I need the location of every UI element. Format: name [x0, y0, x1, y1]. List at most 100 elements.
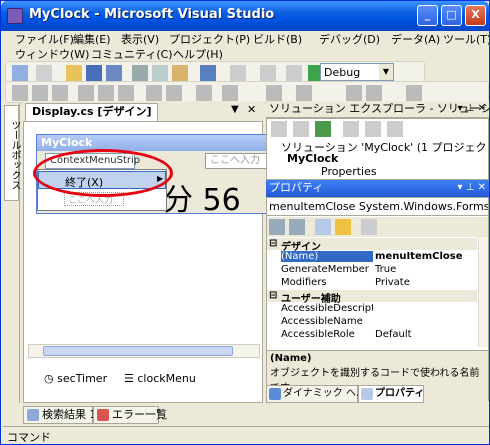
toolbox-tab[interactable]: ツールボックス	[4, 105, 20, 201]
property-value[interactable]: Private	[375, 277, 410, 288]
show-all-files-icon[interactable]	[293, 121, 309, 137]
property-row[interactable]: AccessibleName	[267, 316, 477, 328]
toolbox-label: ツールボックス	[9, 120, 20, 190]
property-pages-icon[interactable]	[361, 219, 377, 235]
menu-file[interactable]: ファイル(F)	[15, 31, 74, 47]
find-results-icon	[27, 409, 39, 421]
bring-to-front-icon[interactable]	[346, 85, 362, 101]
properties-tab-icon	[361, 388, 373, 400]
property-row[interactable]: AccessibleRole Default	[267, 329, 477, 341]
view-designer-icon[interactable]	[365, 121, 381, 137]
redo-icon[interactable]	[230, 65, 246, 81]
collapse-icon[interactable]: ⊟	[269, 238, 277, 249]
open-folder-icon[interactable]	[66, 65, 82, 81]
solution-explorer-header[interactable]: ソリューション エクスプローラ - ソリューション '... ▾ ⊥ ✕	[266, 101, 489, 118]
property-value[interactable]: True	[375, 264, 396, 275]
minimize-button[interactable]: _	[417, 5, 438, 26]
make-same-width-icon[interactable]	[146, 85, 162, 101]
navigate-backward-icon[interactable]	[260, 65, 276, 81]
component-sectimer[interactable]: ◷ secTimer	[44, 372, 107, 385]
send-to-back-icon[interactable]	[366, 85, 382, 101]
align-tops-icon[interactable]	[78, 85, 94, 101]
command-window-bar[interactable]: コマンド	[3, 426, 489, 444]
save-all-icon[interactable]	[106, 65, 122, 81]
center-horizontally-icon[interactable]	[266, 85, 282, 101]
events-icon[interactable]	[335, 219, 351, 235]
vertical-spacing-icon[interactable]	[222, 85, 238, 101]
maximize-button[interactable]: □	[441, 5, 462, 26]
menu-data[interactable]: データ(A)	[391, 31, 440, 47]
close-document-icon[interactable]: ✕	[247, 103, 256, 116]
make-same-height-icon[interactable]	[166, 85, 182, 101]
property-row[interactable]: (Name) menuItemClose	[267, 251, 477, 263]
properties-pane-controls[interactable]: ▾ ⊥ ✕	[458, 180, 486, 196]
category-row[interactable]: ⊟ ユーザー補助	[267, 290, 477, 305]
menu-edit[interactable]: 編集(E)	[73, 31, 111, 47]
navigate-forward-icon[interactable]	[286, 65, 302, 81]
solution-configuration-combo[interactable]: Debug ▼	[320, 63, 394, 81]
menu-tools[interactable]: ツール(T)	[443, 31, 489, 47]
property-value[interactable]: menuItemClose	[375, 251, 463, 262]
tab-properties[interactable]: プロパティ	[358, 385, 424, 403]
tree-project[interactable]: MyClock	[287, 152, 338, 165]
window-position-dropdown-icon[interactable]: ▼	[231, 104, 239, 115]
menu-help[interactable]: ヘルプ(H)	[173, 46, 223, 62]
property-row[interactable]: AccessibleDescriptio	[267, 303, 477, 315]
pane-controls[interactable]: ▾ ⊥ ✕	[458, 101, 486, 117]
type-here-box[interactable]: ここへ入力	[205, 153, 275, 169]
horizontal-scrollbar[interactable]	[28, 344, 260, 358]
collapse-icon[interactable]: ⊟	[269, 290, 277, 301]
tab-error-list[interactable]: エラー一覧	[93, 406, 167, 424]
property-row[interactable]: GenerateMember True	[267, 264, 477, 276]
horizontal-spacing-icon[interactable]	[196, 85, 212, 101]
menu-project[interactable]: プロジェクト(P)	[169, 31, 250, 47]
new-project-icon[interactable]	[12, 65, 28, 81]
document-tab[interactable]: Display.cs [デザイン]	[25, 103, 159, 121]
save-icon[interactable]	[86, 65, 102, 81]
view-code-icon[interactable]	[343, 121, 359, 137]
class-diagram-icon[interactable]	[387, 121, 403, 137]
tab-find-results[interactable]: 検索結果 1	[23, 406, 97, 424]
undo-icon[interactable]	[200, 65, 216, 81]
add-item-icon[interactable]	[36, 65, 52, 81]
property-grid-scrollbar[interactable]	[478, 237, 488, 347]
clock-label[interactable]: 分 56	[163, 175, 241, 219]
component-clockmenu[interactable]: ☰ clockMenu	[124, 372, 196, 385]
menu-community[interactable]: コミュニティ(C)	[91, 46, 173, 62]
property-value[interactable]: Default	[375, 329, 412, 340]
title-bar[interactable]: MyClock - Microsoft Visual Studio _ □ X	[1, 1, 489, 31]
align-bottoms-icon[interactable]	[118, 85, 134, 101]
lock-controls-icon[interactable]	[406, 85, 422, 101]
error-list-label: エラー一覧	[112, 408, 167, 421]
copy-icon[interactable]	[152, 65, 168, 81]
properties-icon[interactable]	[271, 121, 287, 137]
close-button[interactable]: X	[465, 5, 486, 26]
properties-tab-label: プロパティ	[375, 388, 425, 399]
paste-icon[interactable]	[172, 65, 188, 81]
menu-debug[interactable]: デバッグ(D)	[319, 31, 380, 47]
properties-view-icon[interactable]	[315, 219, 331, 235]
object-selector[interactable]: menuItemClose System.Windows.Forms.ToolS…	[267, 198, 488, 216]
align-lefts-icon[interactable]	[12, 85, 28, 101]
highlight-ellipse	[33, 149, 173, 197]
solution-explorer-title: ソリューション エクスプローラ - ソリューション '...	[269, 102, 489, 115]
property-row[interactable]: Modifiers Private	[267, 277, 477, 289]
category-row[interactable]: ⊟ デザイン	[267, 238, 477, 253]
menu-build[interactable]: ビルド(B)	[253, 31, 302, 47]
align-centers-icon[interactable]	[32, 85, 48, 101]
properties-header[interactable]: プロパティ ▾ ⊥ ✕	[266, 180, 489, 197]
property-name: AccessibleRole	[281, 329, 355, 340]
scrollbar-thumb[interactable]	[43, 346, 233, 356]
align-rights-icon[interactable]	[52, 85, 68, 101]
menu-view[interactable]: 表示(V)	[121, 31, 159, 47]
tree-properties[interactable]: Properties	[321, 165, 377, 178]
refresh-icon[interactable]	[315, 121, 331, 137]
alphabetical-icon[interactable]	[289, 219, 305, 235]
center-vertically-icon[interactable]	[296, 85, 312, 101]
tab-dynamic-help[interactable]: ダイナミック ヘルプ	[266, 385, 376, 403]
chevron-down-icon[interactable]: ▼	[379, 64, 393, 80]
align-middles-icon[interactable]	[98, 85, 114, 101]
cut-icon[interactable]	[132, 65, 148, 81]
menu-window[interactable]: ウィンドウ(W)	[15, 46, 89, 62]
categorized-icon[interactable]	[269, 219, 285, 235]
